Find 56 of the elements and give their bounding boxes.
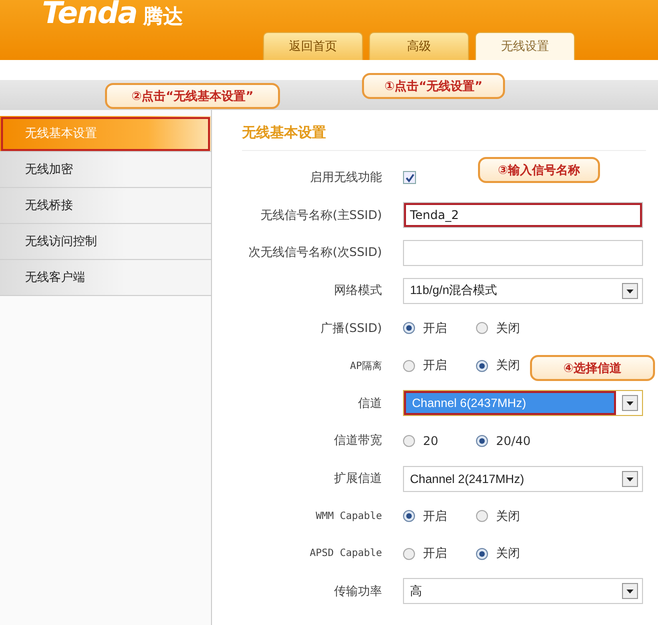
radio-button[interactable] <box>476 360 488 372</box>
field-label: 次无线信号名称(次SSID) <box>248 244 383 262</box>
radio-button[interactable] <box>403 548 415 560</box>
caret-icon <box>622 282 638 299</box>
field-label: 信道带宽 <box>333 432 383 450</box>
radio-button[interactable] <box>476 434 488 447</box>
field-label: 网络模式 <box>333 282 383 300</box>
caret-icon <box>622 583 638 600</box>
radio-label: 关闭 <box>496 320 520 337</box>
field-label: 无线信号名称(主SSID) <box>260 206 383 224</box>
radio-button[interactable] <box>403 510 415 522</box>
radio-button[interactable] <box>403 434 415 447</box>
field-label: AP隔离 <box>348 360 383 373</box>
field-label: 广播(SSID) <box>320 320 383 337</box>
callout-annotation: ①点击“无线设置” <box>362 73 505 99</box>
radio-label: 20/40 <box>496 434 531 448</box>
text-field[interactable]: Tenda_2 <box>403 202 643 228</box>
field-label: 启用无线功能 <box>309 169 383 186</box>
checkbox[interactable] <box>403 171 416 184</box>
radio-label: 关闭 <box>496 545 520 562</box>
radio-label: 开启 <box>423 508 447 525</box>
radio-label: 关闭 <box>496 357 520 374</box>
field-label: 扩展信道 <box>333 470 383 488</box>
sidebar-item[interactable]: 无线加密 <box>0 152 211 188</box>
radio-button[interactable] <box>476 322 488 334</box>
text-field[interactable] <box>403 240 643 266</box>
dropdown-field[interactable]: 11b/g/n混合模式 <box>403 278 643 304</box>
callout-annotation: ③输入信号名称 <box>478 157 600 183</box>
dropdown-field[interactable]: 高 <box>403 578 643 604</box>
radio-label: 开启 <box>423 357 447 374</box>
logo-chinese-text: 腾达 <box>143 3 184 30</box>
field-label: WMM Capable <box>314 510 383 522</box>
field-label: APSD Capable <box>308 548 383 560</box>
field-label: 信道 <box>357 394 383 412</box>
radio-label: 开启 <box>423 545 447 562</box>
nav-tab[interactable]: 返回首页 <box>263 32 363 60</box>
radio-button[interactable] <box>403 322 415 334</box>
nav-tab[interactable]: 高级 <box>369 32 469 60</box>
callout-annotation: ④选择信道 <box>530 355 655 381</box>
callout-annotation: ②点击“无线基本设置” <box>105 83 280 109</box>
radio-button[interactable] <box>403 360 415 372</box>
radio-button[interactable] <box>476 548 488 560</box>
caret-icon <box>622 470 638 487</box>
nav-tab[interactable]: 无线设置 <box>475 32 575 60</box>
field-label: 传输功率 <box>333 582 383 600</box>
caret-icon <box>622 395 638 412</box>
sidebar-item[interactable]: 无线访问控制 <box>0 224 211 260</box>
radio-label: 关闭 <box>496 508 520 525</box>
radio-label: 20 <box>423 434 438 448</box>
dropdown-field[interactable]: Channel 2(2417MHz) <box>403 466 643 492</box>
sidebar-item[interactable]: 无线桥接 <box>0 188 211 224</box>
section-title: 无线基本设置 <box>242 124 646 151</box>
logo-text: Tenda <box>42 0 138 31</box>
radio-button[interactable] <box>476 510 488 522</box>
sidebar-item[interactable]: 无线客户端 <box>0 260 211 296</box>
radio-label: 开启 <box>423 320 447 337</box>
